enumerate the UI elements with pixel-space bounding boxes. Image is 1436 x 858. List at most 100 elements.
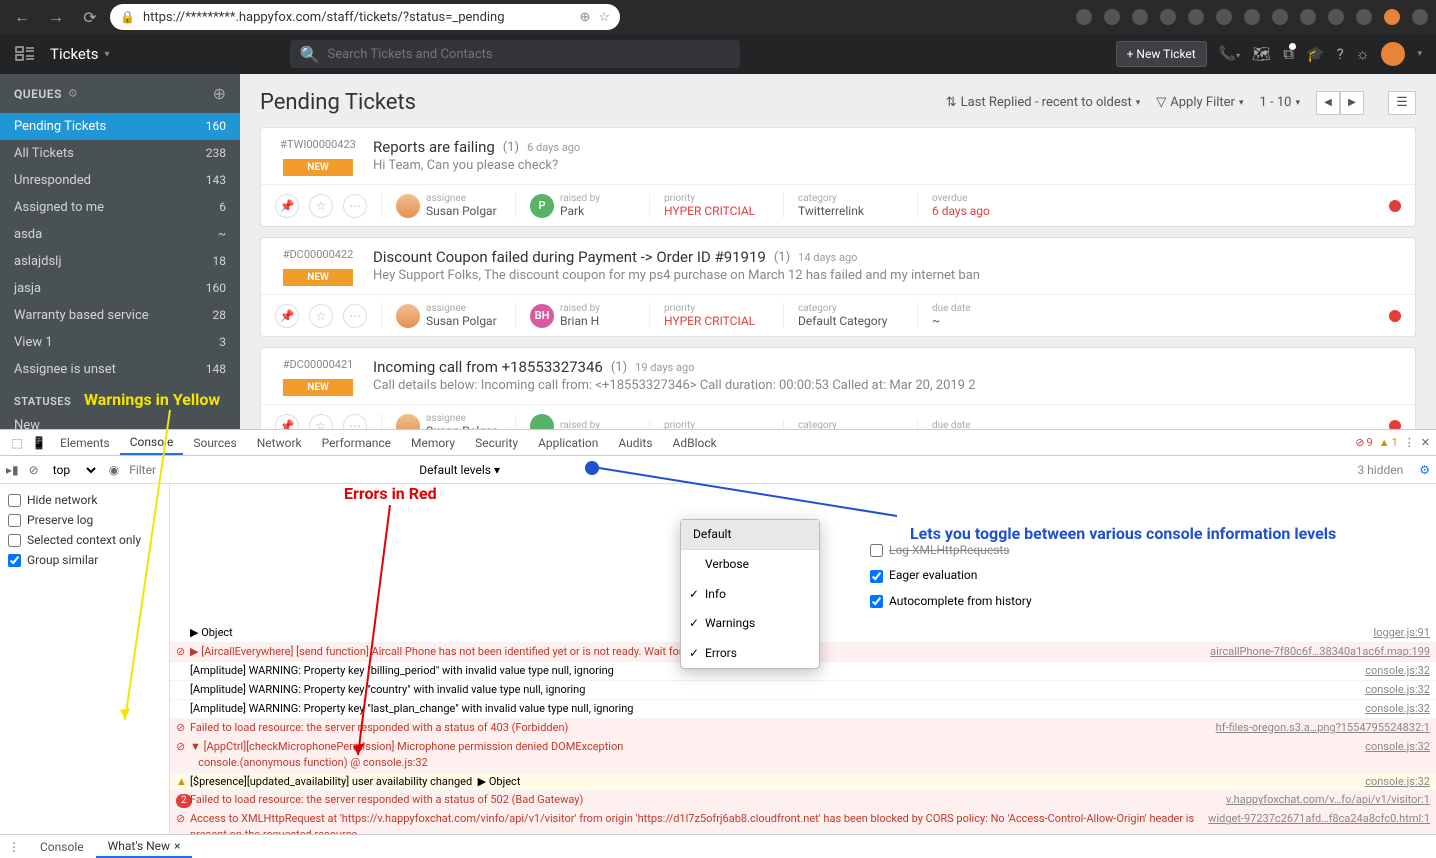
pin-icon[interactable]: 📌 — [275, 194, 299, 218]
graduation-icon[interactable]: 🎓 — [1306, 45, 1325, 63]
filter-input[interactable] — [129, 463, 329, 477]
devtools-tab[interactable]: Sources — [183, 430, 246, 455]
star-icon[interactable]: ☆ — [309, 304, 333, 328]
queue-item[interactable]: Assignee is unset148 — [0, 356, 240, 383]
queue-item[interactable]: Assigned to me6 — [0, 194, 240, 221]
ticket-card[interactable]: #DC00000422NEW Discount Coupon failed du… — [260, 237, 1416, 337]
autocomplete-checkbox[interactable]: Autocomplete from history — [870, 589, 1032, 614]
devtools-tab[interactable]: Elements — [50, 430, 120, 455]
log-source-link[interactable]: logger.js:91 — [1364, 625, 1430, 641]
level-verbose[interactable]: Verbose — [681, 550, 819, 579]
queue-item[interactable]: jasja160 — [0, 275, 240, 302]
clear-console-icon[interactable]: ⊘ — [29, 463, 39, 477]
ticket-card[interactable]: #TWI00000423NEW Reports are failing (1) … — [260, 127, 1416, 227]
drawer-console-tab[interactable]: Console — [28, 835, 96, 858]
star-icon[interactable]: ☆ — [598, 10, 610, 25]
help-icon[interactable]: ? — [1337, 45, 1344, 63]
drawer-whatsnew-tab[interactable]: What's New × — [96, 835, 193, 858]
ext-icon[interactable] — [1272, 9, 1288, 25]
console-output[interactable]: Default Verbose Info Warnings Errors Log… — [170, 484, 1436, 834]
devtools-tab[interactable]: Console — [120, 430, 184, 455]
avatar[interactable] — [1381, 42, 1405, 66]
context-select[interactable]: top — [49, 462, 99, 478]
devtools-tab[interactable]: Audits — [608, 430, 662, 455]
ext-icon[interactable] — [1356, 9, 1372, 25]
more-icon[interactable]: ⋮ — [1404, 436, 1415, 449]
reload-button[interactable]: ⟳ — [76, 3, 104, 31]
ext-icon[interactable] — [1244, 9, 1260, 25]
ext-icon[interactable] — [1300, 9, 1316, 25]
error-count[interactable]: ⊘9 — [1355, 436, 1372, 449]
level-warnings[interactable]: Warnings — [681, 609, 819, 638]
levels-dropdown[interactable]: Default levels ▾ — [419, 463, 500, 477]
ticket-title[interactable]: Discount Coupon failed during Payment ->… — [373, 248, 1401, 266]
devtools-tab[interactable]: Memory — [401, 430, 465, 455]
new-ticket-button[interactable]: + New Ticket — [1116, 41, 1207, 67]
preserve-log-checkbox[interactable]: Preserve log — [8, 510, 161, 530]
close-icon[interactable]: × — [174, 839, 180, 853]
log-line[interactable]: ⊘▼ [AppCtrl][checkMicrophonePermission] … — [170, 738, 1436, 773]
map-icon[interactable]: 🗺 — [1252, 45, 1271, 63]
log-source-link[interactable]: hf-files-oregon.s3.a…png?1554795524832:1 — [1206, 720, 1430, 736]
log-line[interactable]: ▲[$presence][updated_availability] user … — [170, 773, 1436, 792]
ext-icon[interactable] — [1216, 9, 1232, 25]
add-queue-icon[interactable]: ⊕ — [213, 84, 226, 103]
gear-icon[interactable]: ☼ — [1356, 45, 1370, 63]
close-devtools-icon[interactable]: ✕ — [1421, 436, 1430, 449]
ext-icon[interactable] — [1384, 9, 1400, 25]
more-icon[interactable]: ⋯ — [343, 194, 367, 218]
drawer-menu-icon[interactable]: ⋮ — [0, 840, 28, 854]
devtools-tab[interactable]: Performance — [312, 430, 401, 455]
ext-icon[interactable] — [1412, 9, 1428, 25]
gear-icon[interactable]: ⚙ — [68, 87, 78, 100]
more-icon[interactable]: ⋯ — [343, 304, 367, 328]
level-default[interactable]: Default — [681, 520, 819, 549]
log-line[interactable]: [Amplitude] WARNING: Property key "last_… — [170, 700, 1436, 719]
log-source-link[interactable]: console.js:32 — [1355, 663, 1430, 679]
log-source-link[interactable]: console.js:32 — [1355, 739, 1430, 771]
level-errors[interactable]: Errors — [681, 639, 819, 668]
ext-icon[interactable] — [1328, 9, 1344, 25]
log-line[interactable]: 2Failed to load resource: the server res… — [170, 791, 1436, 810]
log-xhr-checkbox[interactable]: Log XMLHttpRequests — [870, 538, 1032, 563]
ext-icon[interactable] — [1188, 9, 1204, 25]
app-logo[interactable] — [0, 46, 50, 62]
section-title[interactable]: Tickets — [50, 45, 99, 63]
sidebar-toggle-icon[interactable]: ▸▮ — [6, 463, 19, 477]
queue-item[interactable]: Unresponded143 — [0, 167, 240, 194]
search-input[interactable] — [327, 47, 729, 62]
pin-icon[interactable]: 📌 — [275, 304, 299, 328]
settings-icon[interactable]: ⚙ — [1419, 463, 1430, 477]
log-line[interactable]: ⊘Access to XMLHttpRequest at 'https://v.… — [170, 810, 1436, 834]
filter-dropdown[interactable]: ▽Apply Filter▾ — [1156, 95, 1243, 110]
chevron-down-icon[interactable]: ▾ — [1417, 49, 1422, 59]
hide-network-checkbox[interactable]: Hide network — [8, 490, 161, 510]
ticket-title[interactable]: Incoming call from +18553327346 (1) 19 d… — [373, 358, 1401, 376]
ext-icon[interactable] — [1104, 9, 1120, 25]
devtools-tab[interactable]: AdBlock — [663, 430, 727, 455]
queue-item[interactable]: asda~ — [0, 221, 240, 248]
warning-count[interactable]: ▲1 — [1379, 436, 1398, 449]
queue-item[interactable]: Pending Tickets160 — [0, 113, 240, 140]
eager-eval-checkbox[interactable]: Eager evaluation — [870, 563, 1032, 588]
ext-icon[interactable] — [1132, 9, 1148, 25]
next-page-button[interactable]: ▶ — [1340, 91, 1364, 115]
log-source-link[interactable]: widget-97237c2671afd…f8ca24a8cfc0.html:1 — [1198, 811, 1430, 834]
log-source-link[interactable]: v.happyfoxchat.com/v…fo/api/v1/visitor:1 — [1216, 792, 1430, 808]
forward-button[interactable]: → — [42, 3, 70, 31]
back-button[interactable]: ← — [8, 3, 36, 31]
queue-item[interactable]: View 13 — [0, 329, 240, 356]
url-bar[interactable]: 🔒 https://*********.happyfox.com/staff/t… — [110, 4, 620, 30]
star-icon[interactable]: ☆ — [309, 194, 333, 218]
log-line[interactable]: [Amplitude] WARNING: Property key "count… — [170, 681, 1436, 700]
log-source-link[interactable]: console.js:32 — [1355, 682, 1430, 698]
devtools-tab[interactable]: Network — [247, 430, 312, 455]
level-info[interactable]: Info — [681, 580, 819, 609]
ext-icon[interactable] — [1160, 9, 1176, 25]
log-source-link[interactable]: console.js:32 — [1355, 701, 1430, 717]
inspect-icon[interactable]: ⬚ — [6, 436, 28, 450]
queue-item[interactable]: Warranty based service28 — [0, 302, 240, 329]
chevron-down-icon[interactable]: ▾ — [105, 49, 110, 60]
group-similar-checkbox[interactable]: Group similar — [8, 550, 161, 570]
queue-item[interactable]: aslajdslj18 — [0, 248, 240, 275]
